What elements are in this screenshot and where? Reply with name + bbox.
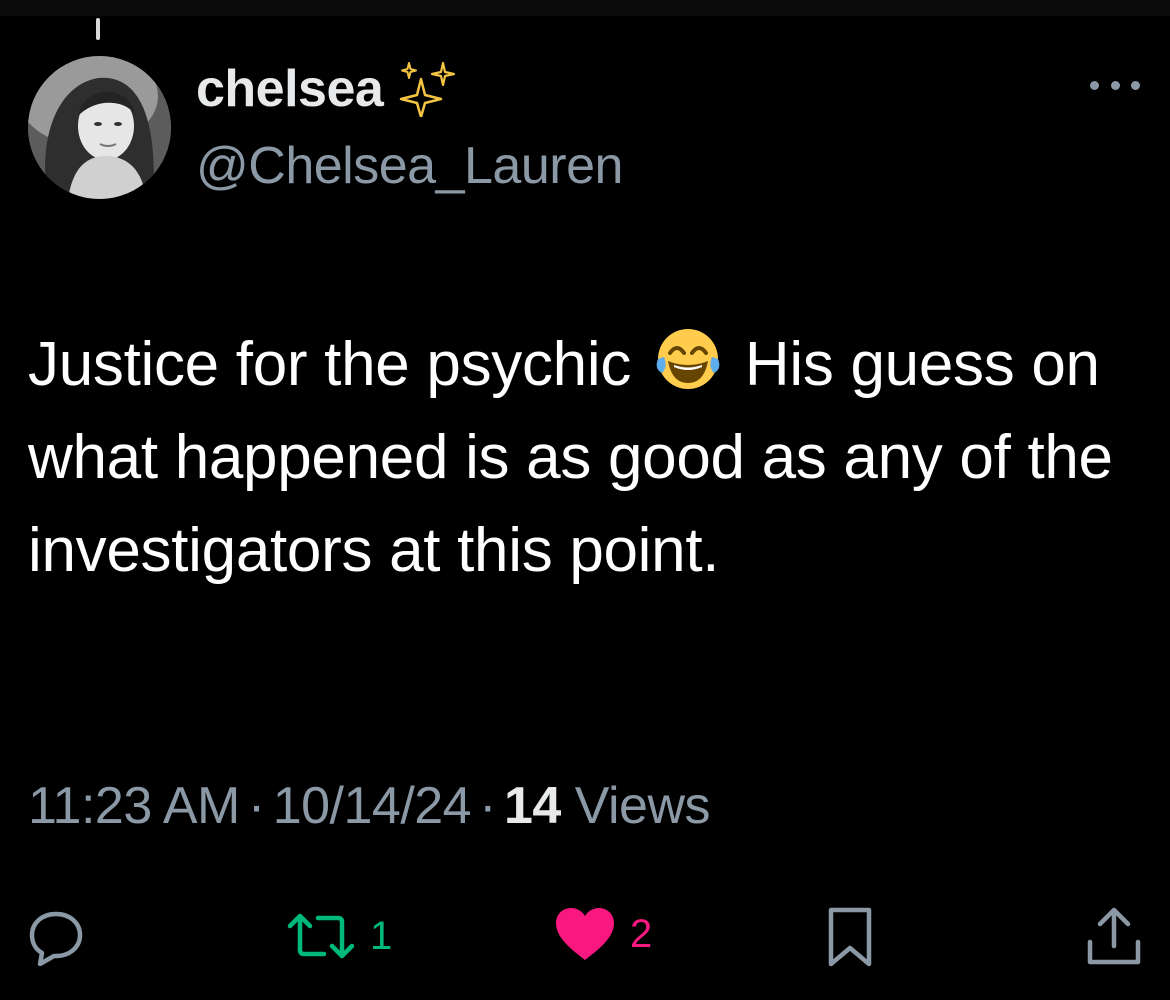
heart-icon: [556, 908, 614, 960]
reply-button[interactable]: [26, 906, 86, 966]
tweet-text: Justice for the psychic His guess on wha…: [28, 318, 1138, 597]
like-button[interactable]: 2: [554, 906, 652, 962]
views-count[interactable]: 14: [504, 777, 561, 835]
meta-separator: ·: [247, 777, 265, 835]
tweet-time[interactable]: 11:23 AM: [28, 777, 240, 835]
thread-connector-line: [96, 18, 100, 40]
name-row: chelsea: [196, 58, 461, 120]
bookmark-button[interactable]: [826, 906, 874, 968]
views-label[interactable]: Views: [575, 777, 711, 835]
face-with-tears-of-joy-icon: [656, 329, 720, 389]
meta-separator: ·: [479, 777, 496, 835]
reply-icon: [29, 911, 83, 966]
tweet-text-part-1: Justice for the psychic: [28, 330, 648, 399]
action-bar: 1 2: [0, 900, 1170, 972]
more-options-icon[interactable]: [1090, 70, 1140, 100]
retweet-icon: [287, 913, 355, 959]
share-icon: [1087, 907, 1141, 965]
tweet-date[interactable]: 10/14/24: [273, 777, 472, 835]
like-count: 2: [630, 911, 653, 956]
user-handle[interactable]: @Chelsea_Lauren: [196, 136, 623, 196]
retweet-button[interactable]: 1: [286, 906, 392, 966]
share-button[interactable]: [1086, 906, 1142, 968]
top-bar: [0, 0, 1170, 16]
bookmark-icon: [828, 907, 872, 967]
sparkles-icon: [400, 61, 456, 117]
tweet-meta: 11:23 AM · 10/14/24 · 14 Views: [28, 776, 711, 836]
retweet-count: 1: [370, 913, 393, 958]
avatar[interactable]: [28, 56, 171, 199]
display-name[interactable]: chelsea: [196, 59, 384, 119]
